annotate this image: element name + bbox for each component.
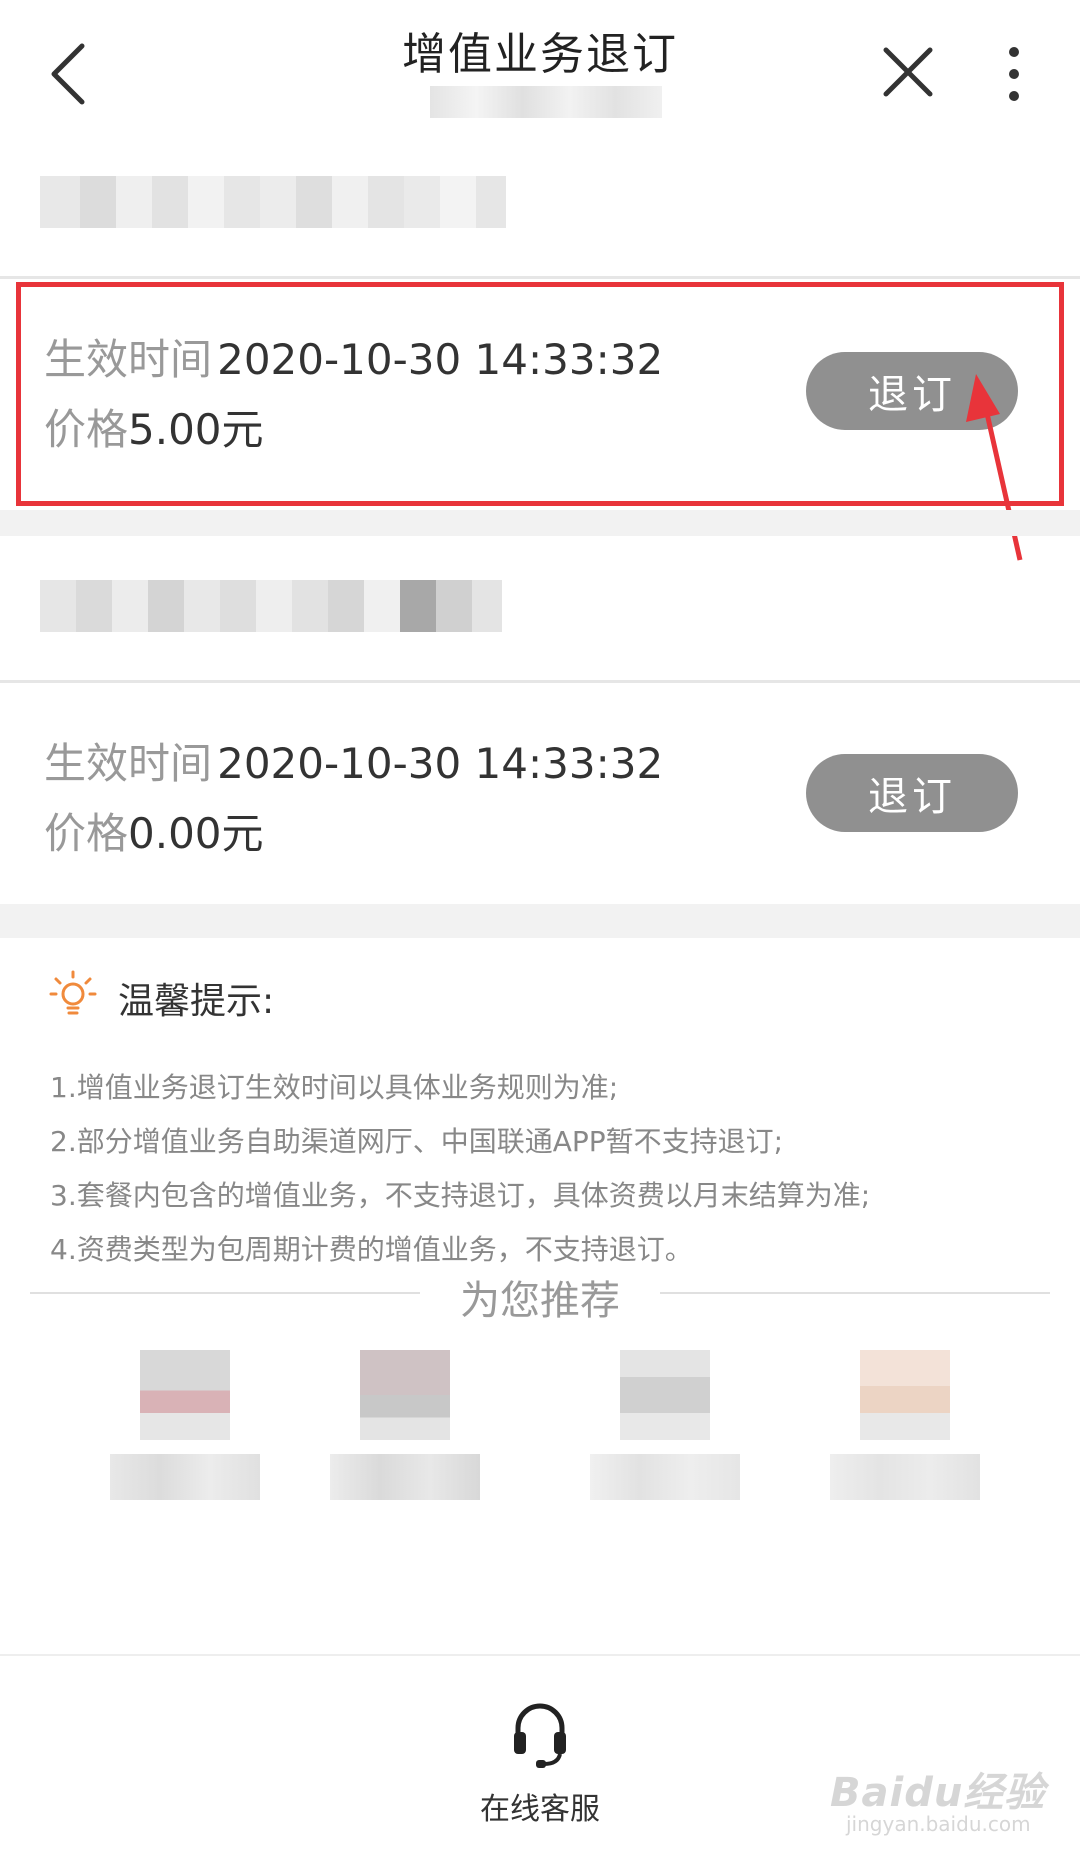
tip-item: 2.部分增值业务自助渠道网厅、中国联通APP暂不支持退订; — [50, 1125, 784, 1158]
effective-time-label: 生效时间 — [44, 739, 213, 788]
headset-icon — [514, 1703, 566, 1768]
close-icon — [883, 47, 933, 97]
more-vertical-icon — [1009, 47, 1019, 101]
service-name-blurred — [40, 580, 502, 632]
recommend-label-blurred — [830, 1454, 980, 1500]
tip-item: 4.资费类型为包周期计费的增值业务，不支持退订。 — [50, 1233, 693, 1266]
tip-item: 3.套餐内包含的增值业务，不支持退订，具体资费以月末结算为准; — [50, 1179, 871, 1212]
divider — [0, 680, 1080, 683]
customer-service-button[interactable]: 在线客服 — [460, 1700, 620, 1830]
price-value: 0.00元 — [128, 809, 264, 858]
recommend-item[interactable] — [110, 1350, 260, 1510]
watermark-logo: Baidu经验 — [830, 1770, 1046, 1816]
section-gap — [0, 904, 1080, 938]
highlight-annotation-box — [16, 282, 1064, 506]
price-row: 价格0.00元 — [44, 800, 264, 861]
recommend-label-blurred — [330, 1454, 480, 1500]
close-button[interactable] — [880, 44, 936, 100]
recommend-icon-blurred — [620, 1350, 710, 1440]
effective-time-row: 生效时间 2020-10-30 14:33:32 — [44, 730, 663, 791]
tips-title: 温馨提示: — [118, 981, 275, 1022]
price-label: 价格 — [44, 809, 129, 858]
watermark: Baidu经验 jingyan.baidu.com — [830, 1760, 1060, 1840]
recommend-icon-blurred — [360, 1350, 450, 1440]
section-gap — [0, 510, 1080, 536]
recommend-item[interactable] — [330, 1350, 480, 1510]
effective-time-value: 2020-10-30 14:33:32 — [217, 739, 664, 788]
lightbulb-icon — [49, 970, 97, 1015]
recommend-label-blurred — [590, 1454, 740, 1500]
unsubscribe-button[interactable]: 退订 — [806, 754, 1018, 832]
recommend-title: 为您推荐 — [460, 1278, 620, 1324]
recommend-icon-blurred — [140, 1350, 230, 1440]
recommend-icon-blurred — [860, 1350, 950, 1440]
phone-number-blurred — [430, 86, 662, 118]
recommend-item[interactable] — [830, 1350, 980, 1510]
more-button[interactable] — [996, 44, 1032, 104]
watermark-url: jingyan.baidu.com — [846, 1812, 1031, 1836]
annotation-arrow-icon — [966, 374, 1023, 561]
recommend-item[interactable] — [590, 1350, 740, 1510]
tip-item: 1.增值业务退订生效时间以具体业务规则为准; — [50, 1071, 619, 1104]
recommend-label-blurred — [110, 1454, 260, 1500]
divider — [0, 276, 1080, 279]
customer-service-label: 在线客服 — [480, 1792, 600, 1827]
service-name-blurred — [40, 176, 506, 228]
